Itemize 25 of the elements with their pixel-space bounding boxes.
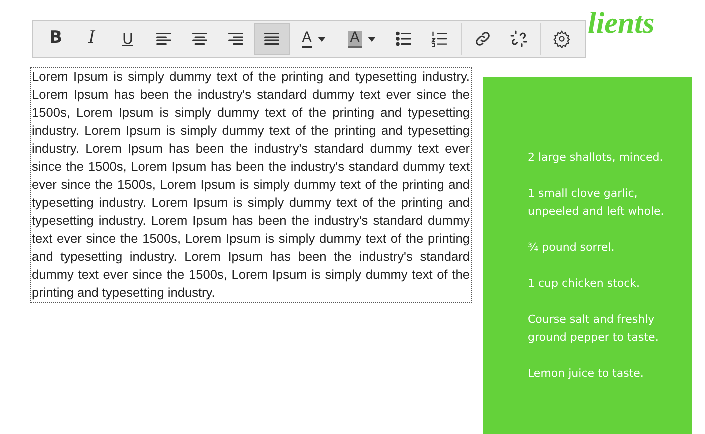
editor-text[interactable]: Lorem Ipsum is simply dummy text of the printing and typesetting industry. Lorem Ipsum has been the industry's standard dummy text ever since the 1500s, Lorem Ipsum is simply dummy text of the printing and typesetting industry. Lorem Ipsum is simply dummy text of the printing and typesetting industry. Lorem Ipsum has been the industry's standard dummy text ever since the 1500s, Lorem Ipsum has been the industry's standard dummy text ever since the 1500s, Lorem Ipsum is simply dummy text of the printing and typesetting industry. Lorem Ipsum is simply dummy text of the printing and typesetting industry. Lorem Ipsum has been the industry's standard dummy text ever since the 1500s, Lorem Ipsum is simply dummy text of the printing and typesetting industry. Lorem Ipsum has been the industry's standard dummy text ever since the 1500s, Lorem Ipsum is simply dummy text of the printing and typesetting industry. — [30, 67, 472, 303]
font-color-button[interactable]: A — [290, 23, 338, 55]
heading: lients — [588, 6, 655, 42]
numbered-list-icon — [431, 30, 449, 48]
background-color-button[interactable]: A — [338, 23, 386, 55]
align-left-icon — [155, 30, 173, 48]
justify-button[interactable] — [254, 23, 290, 55]
underline-button[interactable]: U — [110, 23, 146, 55]
caret-icon — [318, 36, 326, 42]
broken-link-icon — [510, 30, 528, 48]
settings-icon — [553, 30, 571, 48]
link-icon — [474, 30, 492, 48]
bold-button[interactable]: B — [38, 23, 74, 55]
ingredient-text: 2 large shallots, minced. — [528, 150, 664, 166]
bullet-list-icon — [395, 30, 413, 48]
ingredient-text: 1 small clove garlic, unpeeled and left whole. — [528, 186, 666, 220]
italic-button[interactable]: I — [74, 23, 110, 55]
ingredient-text: 1 cup chicken stock. — [528, 276, 642, 292]
justify-icon — [263, 30, 281, 48]
caret-icon — [368, 36, 376, 42]
ingredient-text: Course salt and freshly ground pepper to taste. — [528, 312, 660, 346]
align-right-icon — [227, 30, 245, 48]
ingredient-text: ¾ pound sorrel. — [528, 240, 616, 256]
ingredient-text: Lemon juice to taste. — [528, 366, 645, 382]
align-center-icon — [191, 30, 209, 48]
